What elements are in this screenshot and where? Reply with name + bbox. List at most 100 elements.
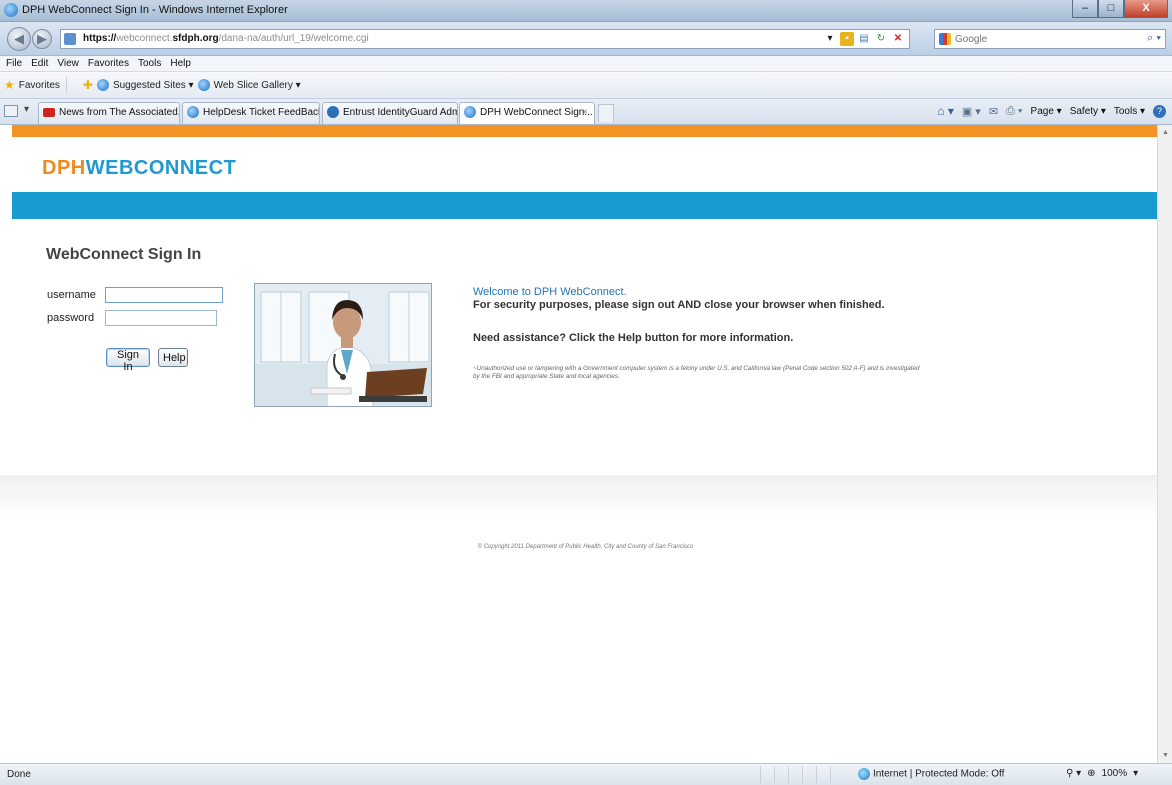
tools-menu[interactable]: Tools ▾ <box>1114 106 1145 117</box>
page-icon <box>187 106 199 119</box>
dropdown-arrow-icon[interactable]: ▾ <box>823 32 837 46</box>
forward-button[interactable]: ▶ <box>32 29 52 49</box>
tab-bar: ▾ News from The Associated... HelpDesk T… <box>0 99 1172 125</box>
status-cell <box>830 766 844 783</box>
zoom-icon[interactable]: ⊕ <box>1087 768 1095 779</box>
security-zone[interactable]: Internet | Protected Mode: Off <box>858 768 1004 780</box>
page-icon <box>64 33 76 45</box>
lock-icon[interactable]: ▪ <box>840 32 854 46</box>
close-tab-icon[interactable]: × <box>582 103 588 123</box>
favorites-button[interactable]: Favorites <box>19 80 60 91</box>
read-mail-icon[interactable]: ✉ <box>989 105 998 118</box>
security-message: For security purposes, please sign out A… <box>473 299 885 311</box>
tab-label: News from The Associated... <box>59 107 180 118</box>
quick-tabs-icon[interactable] <box>4 105 18 117</box>
window-title: DPH WebConnect Sign In - Windows Interne… <box>22 4 288 16</box>
favorites-star-icon[interactable]: ★ <box>4 78 15 92</box>
status-cell <box>788 766 802 783</box>
menu-help[interactable]: Help <box>170 56 191 71</box>
url-text[interactable]: https://webconnect.sfdph.org/dana-na/aut… <box>83 33 369 44</box>
maximize-button[interactable]: □ <box>1098 0 1124 18</box>
vertical-scrollbar[interactable]: ▲ ▼ <box>1157 125 1172 763</box>
refresh-icon[interactable]: ↻ <box>874 32 888 46</box>
menu-file[interactable]: File <box>6 56 22 71</box>
back-button[interactable]: ◀ <box>7 27 31 51</box>
tab-label: Entrust IdentityGuard Adm... <box>343 107 458 118</box>
web-slice-icon <box>197 79 210 91</box>
web-slice-gallery-link[interactable]: Web Slice Gallery ▾ <box>214 80 301 91</box>
menu-view[interactable]: View <box>57 56 79 71</box>
stop-icon[interactable]: ✕ <box>891 32 905 46</box>
username-field[interactable] <box>105 287 223 303</box>
scroll-down-arrow-icon[interactable]: ▼ <box>1158 748 1172 763</box>
zone-text: Internet | Protected Mode: Off <box>873 768 1005 780</box>
address-tools: ▾ ▪ ▤ ↻ ✕ <box>823 32 905 46</box>
google-icon[interactable] <box>939 33 951 45</box>
page-menu[interactable]: Page ▾ <box>1031 106 1062 117</box>
favorites-bar: ★ Favorites ✚ Suggested Sites ▾ Web Slic… <box>0 72 1172 99</box>
command-bar: ⌂ ▾ ▣ ▾ ✉ ⎙ ▾ Page ▾ Safety ▾ Tools ▾ ? <box>937 104 1166 118</box>
search-box[interactable]: ⌕ ▾ <box>934 29 1166 49</box>
minimize-button[interactable]: – <box>1072 0 1098 18</box>
tab-dph-webconnect[interactable]: DPH WebConnect Sign... × <box>459 102 595 124</box>
window-title-bar: DPH WebConnect Sign In - Windows Interne… <box>0 0 1172 22</box>
status-cell <box>760 766 774 783</box>
search-input[interactable] <box>955 32 1135 46</box>
tab-list-button[interactable]: ▾ <box>24 104 29 115</box>
url-path: /dana-na/auth/url_19/welcome.cgi <box>218 33 369 44</box>
globe-icon <box>858 768 870 780</box>
password-field[interactable] <box>105 310 217 326</box>
tab-label: HelpDesk Ticket FeedBack <box>203 107 320 118</box>
welcome-heading: Welcome to DPH WebConnect. <box>473 286 627 298</box>
tab-entrust[interactable]: Entrust IdentityGuard Adm... <box>322 102 458 124</box>
zoom-dropdown-icon[interactable]: ▾ <box>1133 768 1138 779</box>
status-cells <box>760 766 844 783</box>
copyright-text: © Copyright 2011 Department of Public He… <box>477 544 694 550</box>
internet-explorer-icon <box>4 3 18 17</box>
tab-helpdesk[interactable]: HelpDesk Ticket FeedBack <box>182 102 320 124</box>
pop-up-settings-icon[interactable]: ⚲ ▾ <box>1066 768 1081 779</box>
compatibility-view-icon[interactable]: ▤ <box>857 32 871 46</box>
logo-webconnect: WEBCONNECT <box>85 157 237 179</box>
status-cell <box>774 766 788 783</box>
url-host-main: sfdph.org <box>172 33 219 44</box>
new-tab-button[interactable] <box>598 104 614 122</box>
page-icon <box>464 106 476 119</box>
logo-dph: DPH <box>42 157 86 179</box>
site-logo: DPHWEBCONNECT <box>42 157 236 180</box>
page-content: DPHWEBCONNECT WebConnect Sign In usernam… <box>0 125 1157 763</box>
scroll-up-arrow-icon[interactable]: ▲ <box>1158 125 1172 140</box>
footer-divider <box>0 475 1157 519</box>
sign-in-button[interactable]: Sign In <box>106 348 150 373</box>
menu-favorites[interactable]: Favorites <box>88 56 129 71</box>
suggested-sites-link[interactable]: Suggested Sites ▾ <box>113 80 194 91</box>
username-label: username <box>47 289 96 301</box>
status-bar: Done Internet | Protected Mode: Off ⚲ ▾ … <box>0 763 1172 785</box>
address-bar[interactable]: https://webconnect.sfdph.org/dana-na/aut… <box>60 29 910 49</box>
zoom-level[interactable]: 100% <box>1102 768 1128 779</box>
url-host-sub: webconnect. <box>116 33 173 44</box>
close-window-button[interactable]: X <box>1124 0 1168 18</box>
menu-edit[interactable]: Edit <box>31 56 48 71</box>
add-favorite-icon[interactable]: ✚ <box>83 78 93 92</box>
safety-menu[interactable]: Safety ▾ <box>1070 106 1106 117</box>
password-label: password <box>47 312 95 324</box>
home-icon[interactable]: ⌂ ▾ <box>937 104 954 118</box>
menu-bar: File Edit View Favorites Tools Help <box>0 56 1172 72</box>
search-icon[interactable]: ⌕ ▾ <box>1147 32 1161 45</box>
tab-label: DPH WebConnect Sign... <box>480 107 593 118</box>
ap-news-icon <box>43 107 55 117</box>
help-icon[interactable]: ? <box>1153 104 1166 118</box>
assistance-message: Need assistance? Click the Help button f… <box>473 332 794 344</box>
window-controls: – □ X <box>1072 0 1168 18</box>
address-toolbar: ◀ ▶ https://webconnect.sfdph.org/dana-na… <box>0 22 1172 56</box>
menu-tools[interactable]: Tools <box>138 56 161 71</box>
status-cell <box>816 766 830 783</box>
feeds-icon[interactable]: ▣ ▾ <box>962 105 981 118</box>
entrust-icon <box>327 106 339 119</box>
help-button[interactable]: Help <box>158 348 188 367</box>
tab-associated-press[interactable]: News from The Associated... <box>38 102 180 124</box>
zoom-controls: ⚲ ▾ ⊕ 100% ▾ <box>1066 768 1138 779</box>
print-icon[interactable]: ⎙ ▾ <box>1006 105 1022 118</box>
copyright-notice: © Copyright 2011 Department of Public He… <box>0 544 1157 550</box>
